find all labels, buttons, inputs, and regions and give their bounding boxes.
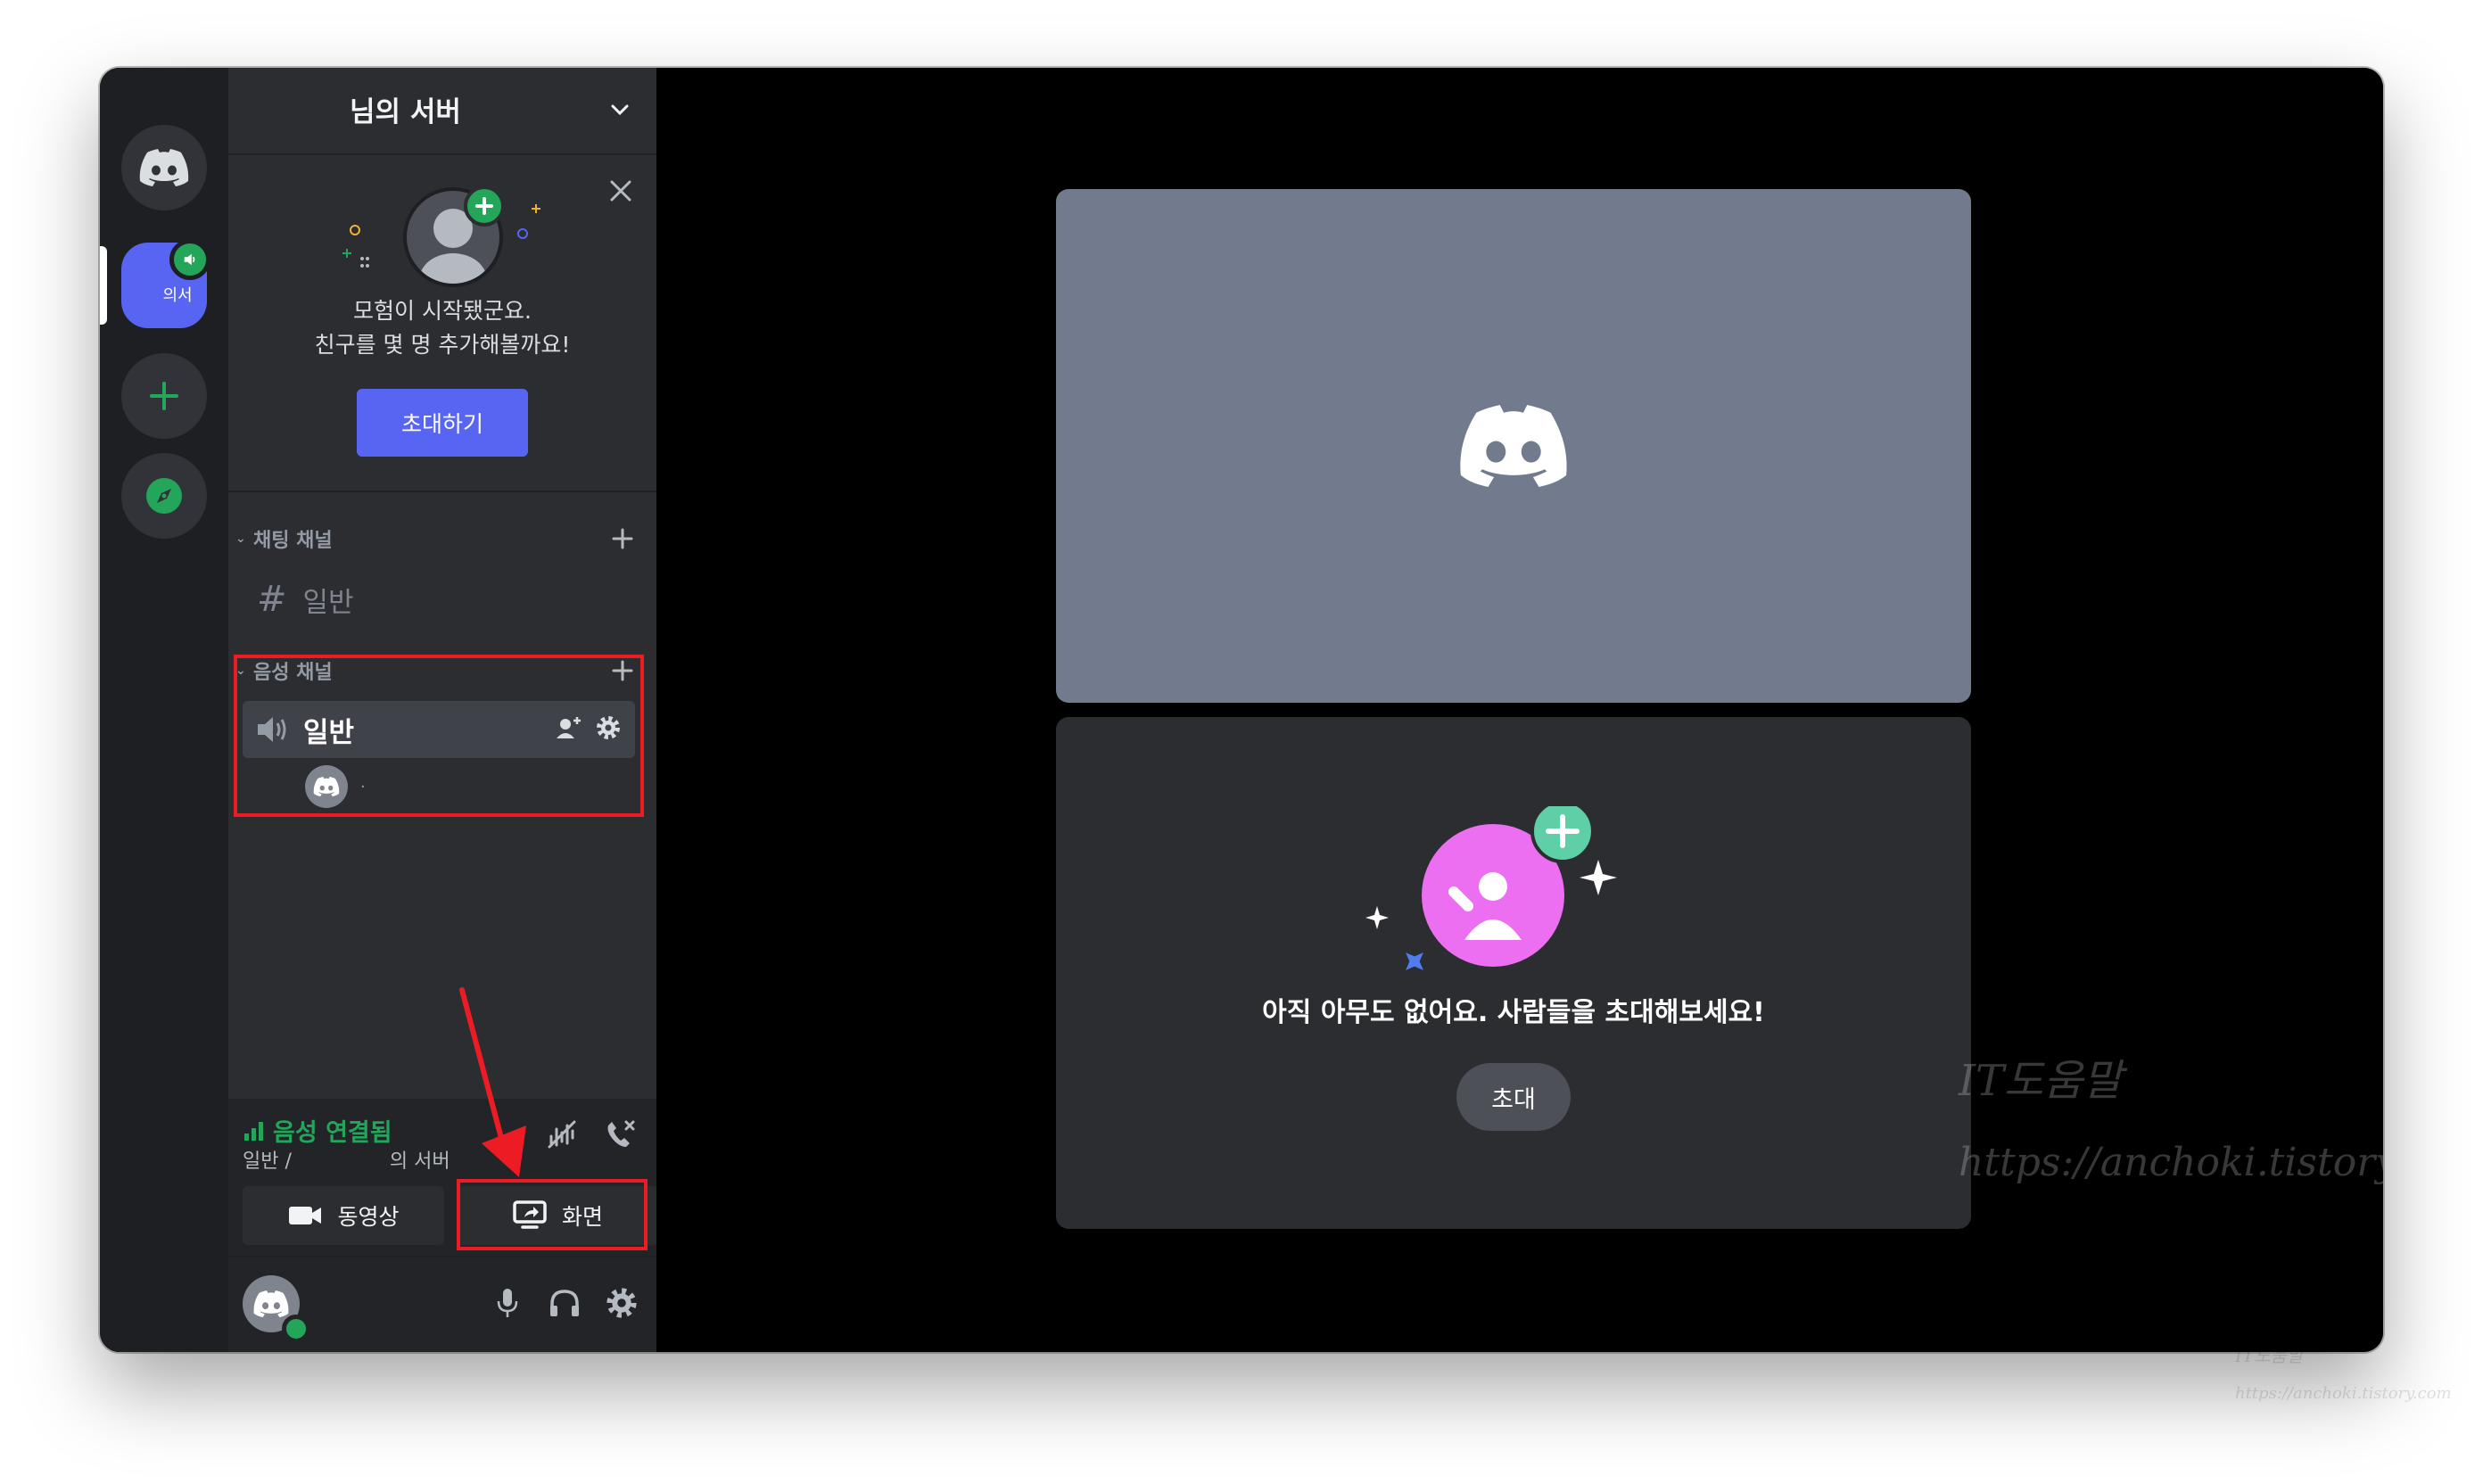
speaker-icon bbox=[184, 253, 195, 266]
channel-name: 일반 bbox=[303, 716, 355, 749]
voice-location-server: 의 서버 bbox=[389, 1150, 450, 1173]
video-button-label: 동영상 bbox=[337, 1204, 400, 1230]
chevron-down-icon: ⌄ bbox=[235, 664, 246, 678]
corner-watermark-title: IT도움말 bbox=[2235, 1345, 2304, 1366]
discord-logo-icon bbox=[313, 777, 340, 796]
user-panel-actions bbox=[491, 1286, 639, 1320]
microphone-icon[interactable] bbox=[491, 1286, 524, 1320]
voice-status[interactable]: 음성 연결됨 bbox=[243, 1113, 392, 1148]
server-header[interactable]: 님의 서버 bbox=[228, 68, 656, 155]
add-member-icon[interactable] bbox=[555, 713, 583, 742]
channel-name: 일반 bbox=[302, 586, 354, 619]
category-label: 채팅 채널 bbox=[253, 530, 333, 552]
add-server-button[interactable] bbox=[121, 353, 207, 439]
speaker-icon bbox=[258, 717, 286, 742]
voice-active-badge bbox=[169, 239, 210, 280]
voice-location: 일반 / 의 서버 bbox=[243, 1145, 450, 1174]
channel-item-text-general[interactable]: # 일반 bbox=[243, 574, 635, 624]
participant-name: · bbox=[360, 777, 366, 796]
video-button[interactable]: 동영상 bbox=[243, 1186, 444, 1245]
home-button[interactable] bbox=[121, 125, 207, 210]
user-panel bbox=[228, 1257, 656, 1352]
voice-location-channel: 일반 / bbox=[243, 1150, 292, 1173]
voice-panel-actions bbox=[546, 1118, 637, 1150]
channel-item-voice-general[interactable]: 일반 bbox=[243, 701, 635, 758]
stage-invite-button[interactable]: 초대 bbox=[1456, 1063, 1571, 1131]
app-window: 의서 님의 서버 모험이 시작됐군요. 친구를 몇 명 추가해볼까요! 초대하기… bbox=[100, 68, 2383, 1352]
welcome-line-2: 친구를 몇 명 추가해볼까요! bbox=[314, 332, 571, 358]
discord-logo-icon bbox=[1460, 405, 1567, 487]
chevron-down-icon bbox=[611, 104, 629, 116]
server-abbr: 의서 bbox=[162, 286, 193, 305]
create-channel-plus-icon[interactable] bbox=[610, 526, 635, 551]
gear-icon[interactable] bbox=[605, 1286, 639, 1320]
welcome-line-1: 모험이 시작됐군요. bbox=[353, 298, 532, 324]
add-friend-plus-icon bbox=[464, 186, 505, 227]
server-rail: 의서 bbox=[100, 68, 228, 1352]
invite-tile: 아직 아무도 없어요. 사람들을 초대해보세요! 초대 bbox=[1056, 717, 1971, 1229]
channel-sidebar: 님의 서버 모험이 시작됐군요. 친구를 몇 명 추가해볼까요! 초대하기 ⌄ … bbox=[228, 68, 658, 1352]
avatar bbox=[305, 765, 348, 808]
signal-bars-icon bbox=[244, 1121, 263, 1141]
participant-video-tile[interactable] bbox=[1056, 189, 1971, 703]
watermark-title: IT도움말 bbox=[1959, 1056, 2123, 1106]
phone-disconnect-icon[interactable] bbox=[603, 1118, 637, 1150]
invite-illustration bbox=[1365, 806, 1617, 970]
server-name: 님의 서버 bbox=[350, 96, 461, 128]
gear-icon[interactable] bbox=[594, 713, 623, 742]
category-text-channels[interactable]: ⌄ 채팅 채널 bbox=[235, 521, 649, 556]
selected-server-indicator bbox=[100, 246, 107, 325]
category-label: 음성 채널 bbox=[253, 662, 333, 684]
voice-participant[interactable]: · bbox=[305, 765, 366, 808]
welcome-message: 모험이 시작됐군요. 친구를 몇 명 추가해볼까요! bbox=[228, 294, 656, 362]
discord-logo-icon bbox=[139, 149, 189, 186]
online-status-dot bbox=[282, 1315, 310, 1343]
plus-icon bbox=[150, 382, 178, 410]
headphones-icon[interactable] bbox=[548, 1286, 582, 1320]
voice-stage: 아직 아무도 없어요. 사람들을 초대해보세요! 초대 IT도움말 https:… bbox=[656, 68, 2383, 1352]
welcome-card: 모험이 시작됐군요. 친구를 몇 명 추가해볼까요! 초대하기 bbox=[228, 155, 656, 492]
compass-icon bbox=[146, 478, 182, 514]
chevron-down-icon: ⌄ bbox=[235, 532, 246, 546]
hash-icon: # bbox=[257, 579, 287, 620]
watermark-url: https://anchoki.tistory.com bbox=[1959, 1140, 2383, 1185]
category-voice-channels[interactable]: ⌄ 음성 채널 bbox=[235, 653, 649, 688]
corner-watermark-url: https://anchoki.tistory.com bbox=[2235, 1384, 2452, 1403]
empty-stage-message: 아직 아무도 없어요. 사람들을 초대해보세요! bbox=[1262, 997, 1765, 1028]
discord-logo-icon bbox=[253, 1290, 289, 1317]
video-camera-icon bbox=[289, 1207, 322, 1224]
server-icon-button[interactable]: 의서 bbox=[121, 239, 210, 328]
noise-suppression-icon[interactable] bbox=[546, 1118, 578, 1150]
voice-status-label: 음성 연결됨 bbox=[273, 1119, 392, 1147]
highlight-box-screen-share bbox=[457, 1179, 648, 1250]
voice-channel-actions bbox=[555, 713, 623, 742]
invite-button[interactable]: 초대하기 bbox=[357, 389, 528, 457]
explore-servers-button[interactable] bbox=[121, 453, 207, 539]
create-channel-plus-icon[interactable] bbox=[610, 658, 635, 683]
